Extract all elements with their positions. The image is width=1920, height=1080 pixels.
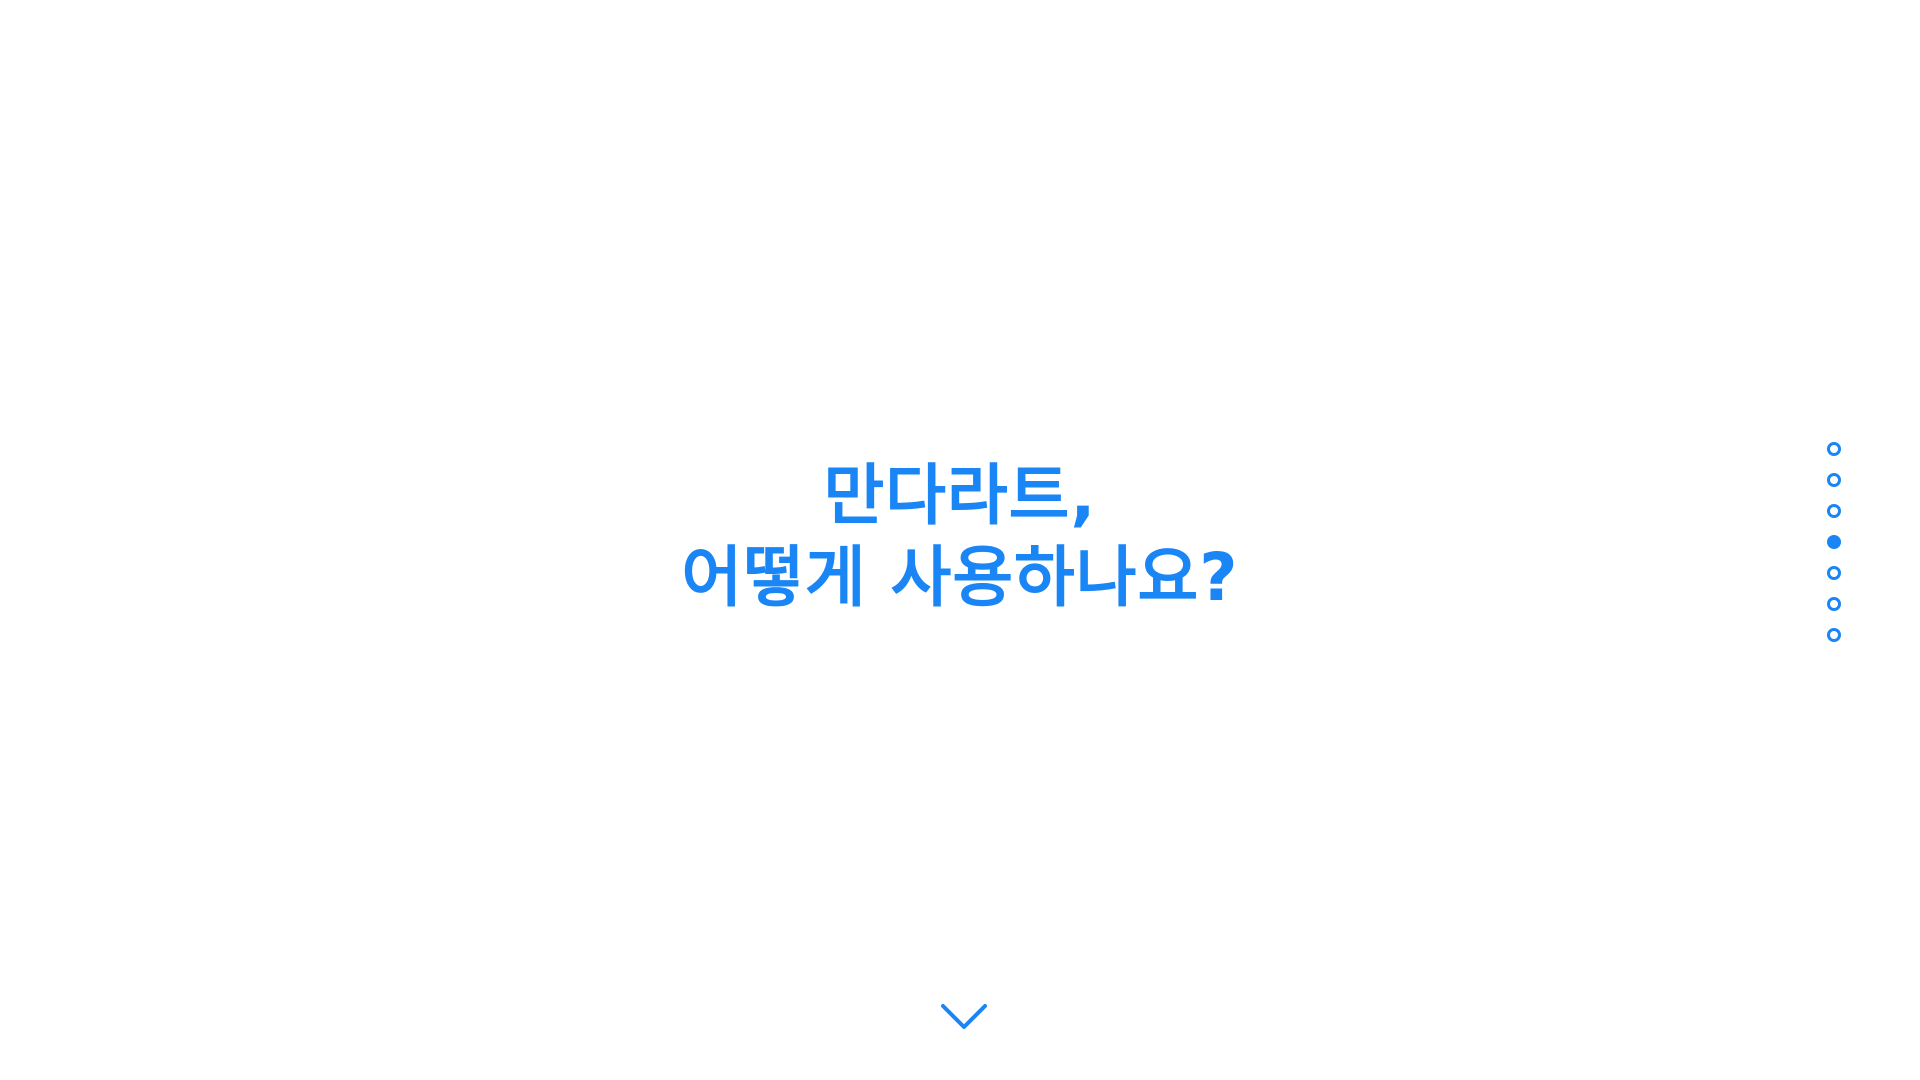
dot-icon <box>1827 535 1841 549</box>
scroll-down-button[interactable] <box>940 1002 988 1034</box>
pagination-dot-5[interactable] <box>1825 566 1843 584</box>
dot-icon <box>1827 442 1841 456</box>
pagination-dot-7[interactable] <box>1825 628 1843 646</box>
pagination-dot-3[interactable] <box>1825 504 1843 522</box>
page-title-line-1: 만다라트, <box>823 457 1097 534</box>
dot-icon <box>1827 566 1841 580</box>
page-title: 만다라트, 어떻게 사용하나요? <box>0 455 1920 619</box>
chevron-down-icon <box>941 1004 987 1029</box>
dot-icon <box>1827 504 1841 518</box>
dot-icon <box>1827 628 1841 642</box>
hero-section: 만다라트, 어떻게 사용하나요? <box>0 0 1920 1080</box>
pagination-dot-4[interactable] <box>1825 535 1843 553</box>
section-pagination <box>1825 440 1843 646</box>
pagination-dot-1[interactable] <box>1825 442 1843 460</box>
pagination-dot-2[interactable] <box>1825 473 1843 491</box>
dot-icon <box>1827 597 1841 611</box>
pagination-dot-6[interactable] <box>1825 597 1843 615</box>
dot-icon <box>1827 473 1841 487</box>
page-title-line-2: 어떻게 사용하나요? <box>681 539 1239 616</box>
